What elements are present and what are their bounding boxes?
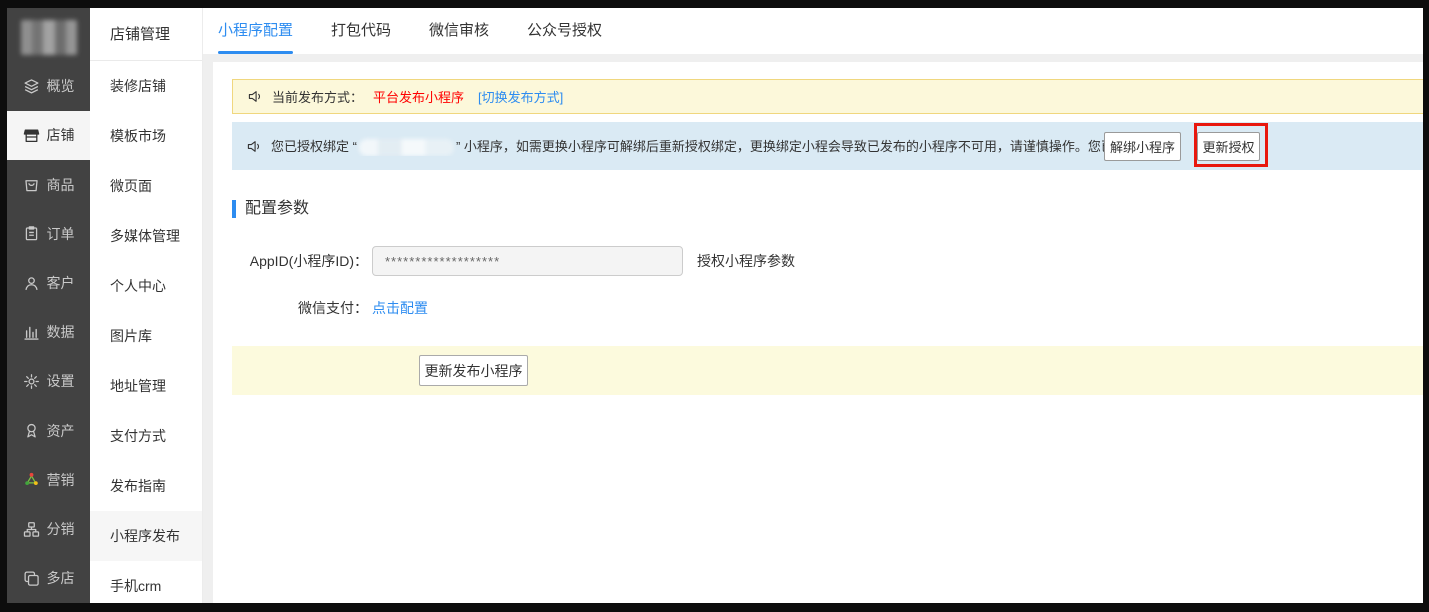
sidebar-item-settings[interactable]: 设置 xyxy=(7,357,90,406)
sidebar-item-assets[interactable]: 资产 xyxy=(7,406,90,455)
content-panel: 当前发布方式： 平台发布小程序 [切换发布方式] 您已授权绑定 “ ” 小程序，如… xyxy=(213,62,1423,603)
unbind-miniprogram-button[interactable]: 解绑小程序 xyxy=(1104,132,1181,161)
sidebar-item-label: 资产 xyxy=(46,422,75,439)
appid-hint: 授权小程序参数 xyxy=(697,253,795,269)
announcement-icon xyxy=(247,140,260,152)
sidebar-item-label: 营销 xyxy=(46,471,75,488)
sidebar-item-shop[interactable]: 店铺 xyxy=(7,110,90,160)
layers-icon xyxy=(23,78,39,94)
sidebar-item-label: 概览 xyxy=(46,78,75,95)
submenu-sidebar: 店铺管理 装修店铺 模板市场 微页面 多媒体管理 个人中心 图片库 地址管理 支… xyxy=(90,8,203,603)
submenu-item-publish-guide[interactable]: 发布指南 xyxy=(90,461,202,511)
sidebar-item-label: 多店 xyxy=(46,570,75,587)
publish-mode-value: 平台发布小程序 xyxy=(373,90,465,105)
sitemap-icon xyxy=(23,521,39,537)
appid-row: AppID(小程序ID)： 授权小程序参数 xyxy=(232,246,1423,276)
tab-official-account-auth[interactable]: 公众号授权 xyxy=(527,8,602,54)
publish-mode-prefix: 当前发布方式： xyxy=(272,90,364,105)
switch-publish-mode-link[interactable]: [切换发布方式] xyxy=(478,87,563,106)
submenu-item-mobile-crm[interactable]: 手机crm xyxy=(90,561,202,603)
publish-mode-notice: 当前发布方式： 平台发布小程序 [切换发布方式] xyxy=(232,79,1423,114)
asset-medal-icon xyxy=(26,424,36,438)
submenu-item-decorate-shop[interactable]: 装修店铺 xyxy=(90,61,202,111)
sidebar-item-data[interactable]: 数据 xyxy=(7,308,90,357)
gear-icon xyxy=(23,374,39,389)
bag-icon xyxy=(24,180,38,192)
update-publish-miniprogram-button[interactable]: 更新发布小程序 xyxy=(419,355,528,386)
wechat-pay-label: 微信支付： xyxy=(298,300,368,316)
submenu-item-multimedia[interactable]: 多媒体管理 xyxy=(90,211,202,261)
marketing-icon xyxy=(24,473,38,486)
sidebar-item-label: 店铺 xyxy=(46,127,75,144)
bind-text-before: 您已授权绑定 “ xyxy=(271,138,357,154)
sidebar-item-label: 分销 xyxy=(46,521,75,538)
submenu-item-personal-center[interactable]: 个人中心 xyxy=(90,261,202,311)
section-title-config-params: 配置参数 xyxy=(232,200,1423,218)
logo-redacted xyxy=(20,20,77,56)
miniprogram-name-redacted xyxy=(358,139,454,157)
tab-package-code[interactable]: 打包代码 xyxy=(331,8,391,54)
sidebar-item-customers[interactable]: 客户 xyxy=(7,258,90,307)
announcement-icon xyxy=(248,91,261,102)
app-window: 概览 店铺 商品 订单 客户 数据 设置 资产 营销 分销 多店 店铺管理 装修… xyxy=(7,8,1423,603)
sidebar-item-label: 数据 xyxy=(46,324,75,341)
wechat-pay-config-link[interactable]: 点击配置 xyxy=(372,298,428,318)
submenu-item-address-management[interactable]: 地址管理 xyxy=(90,361,202,411)
appid-input[interactable] xyxy=(372,246,683,276)
sidebar-item-orders[interactable]: 订单 xyxy=(7,209,90,258)
main-content: 小程序配置 打包代码 微信审核 公众号授权 当前发布方式： 平台发布小程序 [切… xyxy=(203,8,1423,603)
sidebar-item-overview[interactable]: 概览 xyxy=(7,61,90,110)
appid-label: AppID(小程序ID)： xyxy=(249,253,368,269)
sidebar-item-multistore[interactable]: 多店 xyxy=(7,554,90,603)
chart-icon xyxy=(23,326,39,340)
sidebar-item-label: 订单 xyxy=(46,225,75,242)
submenu-item-template-market[interactable]: 模板市场 xyxy=(90,111,202,161)
nav-rail: 概览 店铺 商品 订单 客户 数据 设置 资产 营销 分销 多店 xyxy=(7,8,90,603)
sidebar-item-goods[interactable]: 商品 xyxy=(7,160,90,209)
shop-icon xyxy=(23,129,39,142)
tab-miniprogram-config[interactable]: 小程序配置 xyxy=(218,8,294,54)
update-auth-button[interactable]: 更新授权 xyxy=(1197,132,1260,161)
submenu-item-image-library[interactable]: 图片库 xyxy=(90,311,202,361)
bind-notice: 您已授权绑定 “ ” 小程序，如需更换小程序可解绑后重新授权绑定，更换绑定小程会导… xyxy=(232,122,1423,170)
sidebar-item-label: 商品 xyxy=(46,176,75,193)
multistore-icon xyxy=(23,571,39,586)
tab-wechat-review[interactable]: 微信审核 xyxy=(429,8,489,54)
wechat-pay-row: 微信支付： 点击配置 xyxy=(232,298,1423,318)
tab-bar: 小程序配置 打包代码 微信审核 公众号授权 xyxy=(203,8,1423,54)
sidebar-item-label: 设置 xyxy=(46,373,75,390)
bind-text-after: ” 小程序，如需更换小程序可解绑后重新授权绑定，更换绑定小程会导致已发布的小程序… xyxy=(455,138,1166,154)
publish-action-bar: 更新发布小程序 xyxy=(232,346,1423,395)
customer-icon xyxy=(24,276,38,290)
submenu-title: 店铺管理 xyxy=(90,8,202,61)
order-icon xyxy=(25,226,37,241)
sidebar-item-marketing[interactable]: 营销 xyxy=(7,455,90,504)
sidebar-item-label: 客户 xyxy=(46,275,75,291)
sidebar-item-distribution[interactable]: 分销 xyxy=(7,505,90,554)
submenu-item-payment-methods[interactable]: 支付方式 xyxy=(90,411,202,461)
submenu-item-micro-page[interactable]: 微页面 xyxy=(90,161,202,211)
submenu-item-miniprogram-publish[interactable]: 小程序发布 xyxy=(90,511,202,561)
